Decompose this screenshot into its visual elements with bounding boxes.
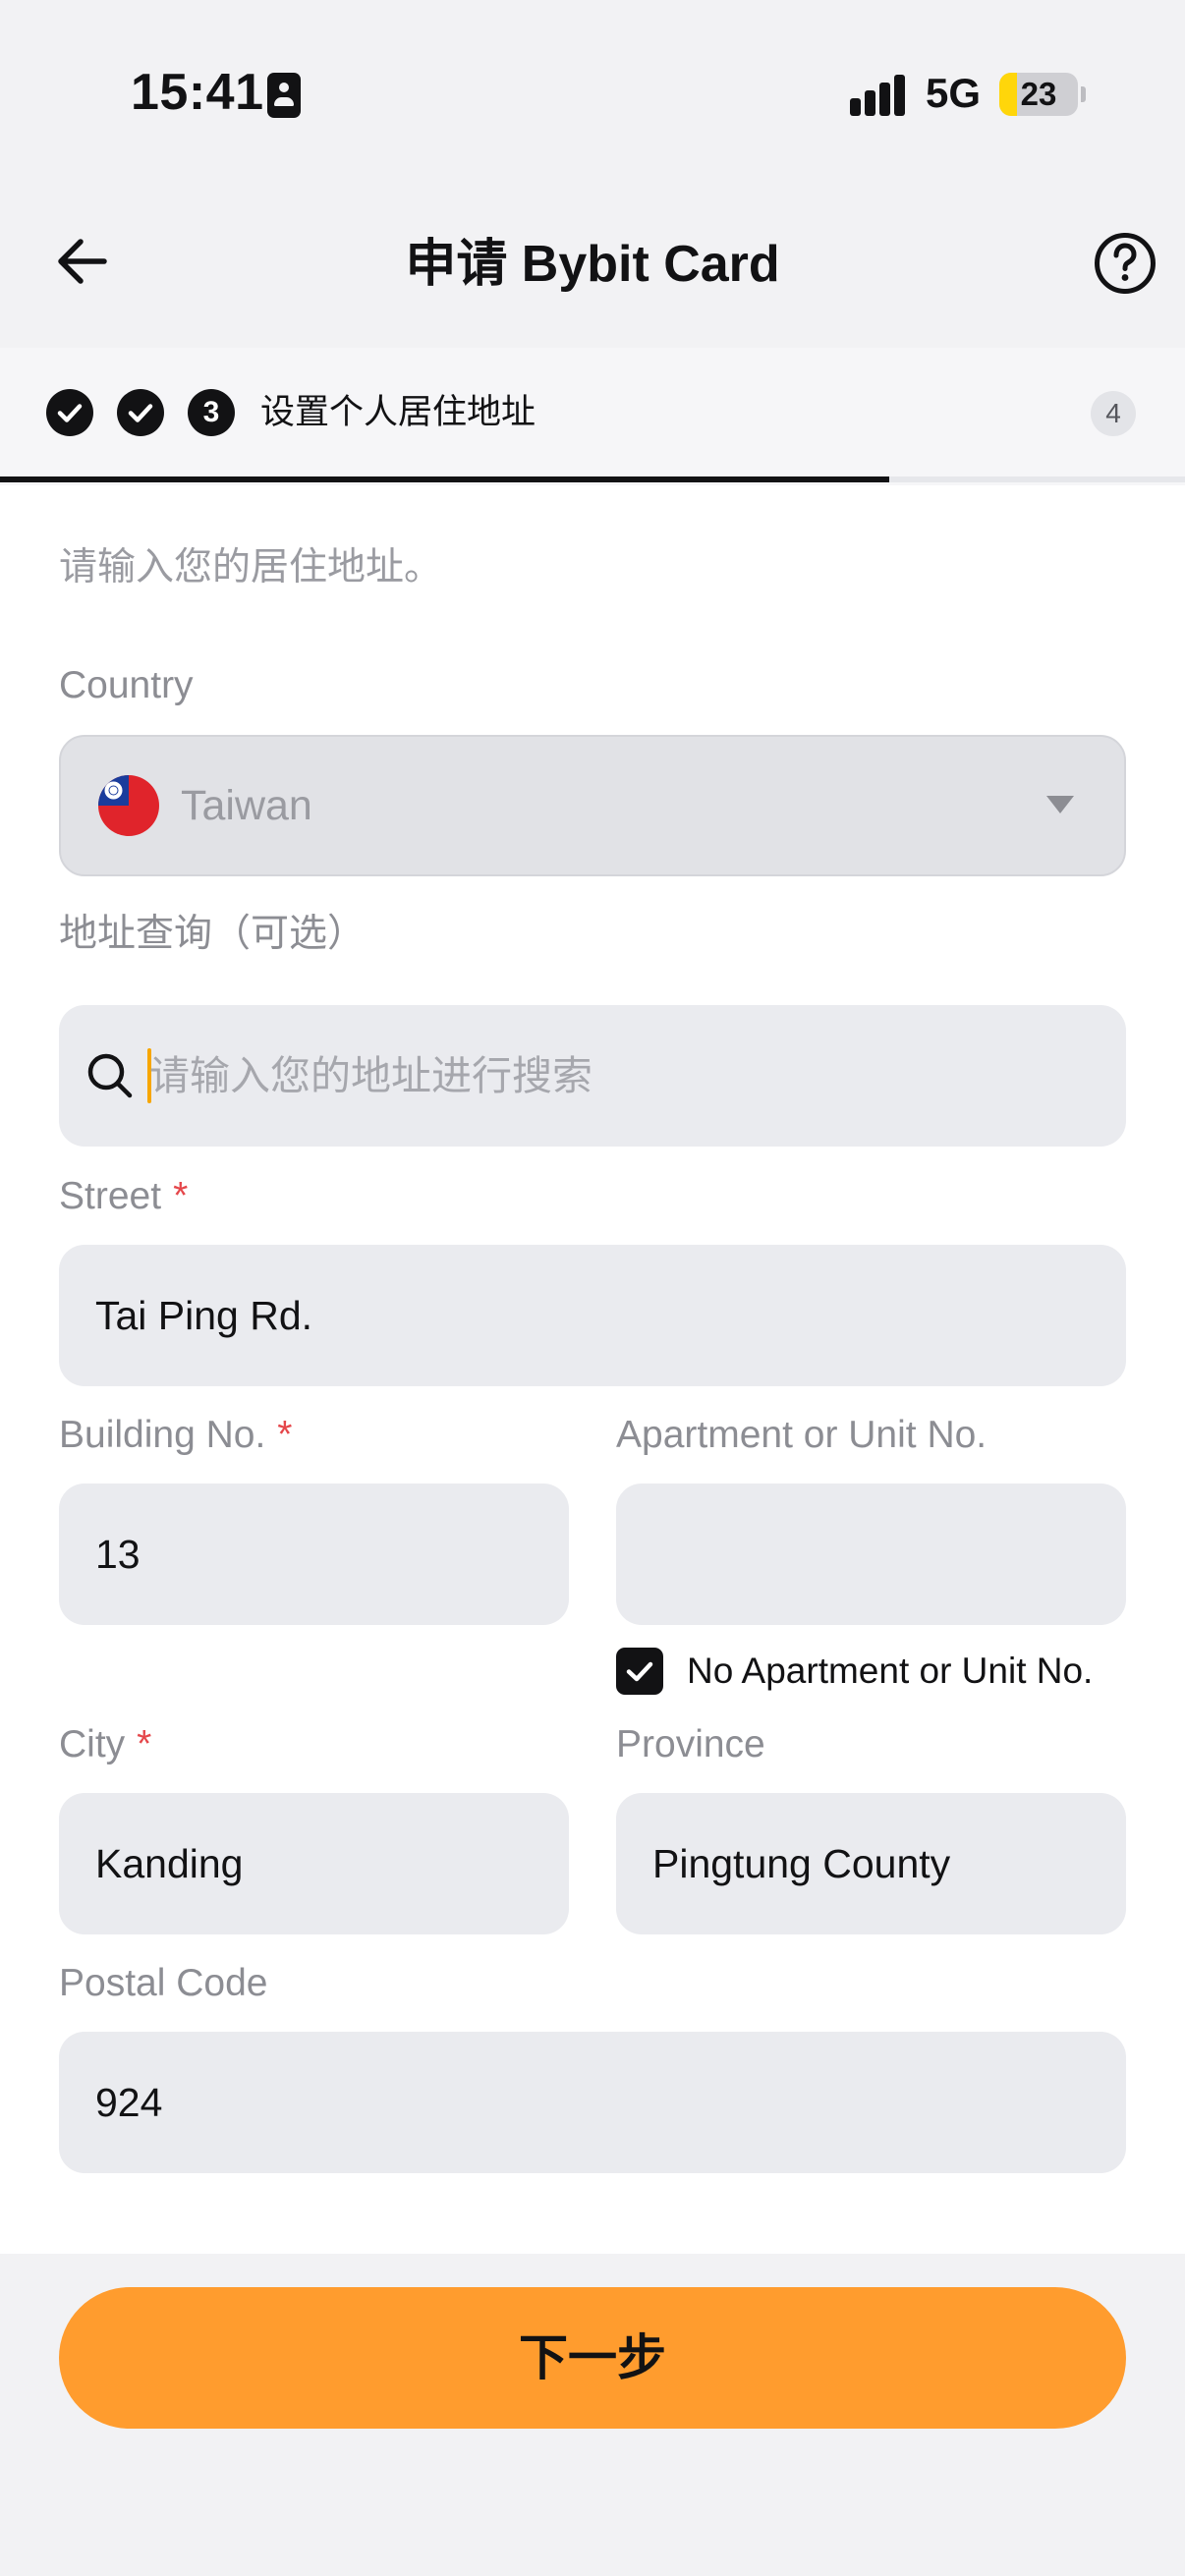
required-marker: * xyxy=(277,1414,293,1456)
battery-cap xyxy=(1081,86,1086,102)
street-label: Street * xyxy=(59,1173,188,1220)
postal-code-value: 924 xyxy=(95,2080,163,2125)
country-label: Country xyxy=(59,664,194,706)
search-icon xyxy=(87,1053,133,1098)
city-input[interactable]: Kanding xyxy=(59,1793,569,1934)
building-value: 13 xyxy=(95,1532,141,1577)
current-step-label: 设置个人居住地址 xyxy=(260,393,536,431)
building-label-text: Building No. xyxy=(59,1414,266,1456)
address-form: 请输入您的居住地址。 Country Taiwan 地址查询（可选） 请输入您的… xyxy=(0,485,1185,2254)
postal-code-label: Postal Code xyxy=(59,1962,268,2004)
caret-down-icon xyxy=(1046,796,1074,813)
back-button[interactable] xyxy=(53,232,112,291)
app-header: 申请 Bybit Card xyxy=(0,196,1185,334)
help-button[interactable] xyxy=(1094,232,1157,295)
required-marker: * xyxy=(173,1175,189,1217)
checkmark-icon xyxy=(128,404,153,422)
address-lookup-label: 地址查询（可选） xyxy=(59,913,367,955)
progress-fill xyxy=(0,476,889,482)
building-input[interactable]: 13 xyxy=(59,1484,569,1625)
contact-card-icon xyxy=(267,73,301,118)
current-step-number: 3 xyxy=(188,389,235,436)
street-label-text: Street xyxy=(59,1175,162,1217)
status-bar: 15:41 5G 23 xyxy=(0,0,1185,187)
province-label: Province xyxy=(616,1723,765,1765)
no-apartment-label[interactable]: No Apartment or Unit No. xyxy=(687,1649,1093,1694)
battery-level: 23 xyxy=(1020,76,1057,112)
step-2-complete-icon xyxy=(117,389,164,436)
form-intro: 请输入您的居住地址。 xyxy=(59,546,443,588)
network-type: 5G xyxy=(926,70,982,116)
status-time: 15:41 xyxy=(131,64,264,121)
no-apartment-checkbox[interactable] xyxy=(616,1648,663,1695)
street-input[interactable]: Tai Ping Rd. xyxy=(59,1245,1126,1386)
apartment-label: Apartment or Unit No. xyxy=(616,1414,988,1456)
total-steps-badge: 4 xyxy=(1091,391,1136,436)
postal-code-input[interactable]: 924 xyxy=(59,2032,1126,2173)
page-title: 申请 Bybit Card xyxy=(405,236,780,293)
question-circle-icon xyxy=(1095,233,1156,294)
province-input[interactable]: Pingtung County xyxy=(616,1793,1126,1934)
country-select[interactable]: Taiwan xyxy=(59,735,1126,876)
address-search-placeholder: 请输入您的地址进行搜索 xyxy=(149,1053,592,1098)
building-label: Building No. * xyxy=(59,1412,292,1459)
checkmark-icon xyxy=(57,404,83,422)
footer: 下一步 xyxy=(0,2254,1185,2576)
battery-icon: 23 xyxy=(999,73,1078,116)
checkmark-icon xyxy=(626,1661,653,1682)
step-1-complete-icon xyxy=(46,389,93,436)
city-label: City * xyxy=(59,1721,151,1768)
step-indicator: 3 设置个人居住地址 4 xyxy=(0,348,1185,485)
address-search-input[interactable]: 请输入您的地址进行搜索 xyxy=(59,1005,1126,1147)
required-marker: * xyxy=(137,1723,152,1765)
arrow-left-icon xyxy=(58,239,107,284)
province-value: Pingtung County xyxy=(652,1841,951,1886)
page: 15:41 5G 23 申请 Bybit Card 3 设置个人居住地址 4 请… xyxy=(0,0,1185,2576)
apartment-input[interactable] xyxy=(616,1484,1126,1625)
city-value: Kanding xyxy=(95,1841,244,1886)
country-value: Taiwan xyxy=(181,782,312,829)
cellular-signal-icon xyxy=(850,75,907,116)
taiwan-flag-icon xyxy=(98,775,159,836)
city-label-text: City xyxy=(59,1723,126,1765)
next-step-button[interactable]: 下一步 xyxy=(59,2287,1126,2429)
progress-track xyxy=(0,476,1185,482)
street-value: Tai Ping Rd. xyxy=(95,1293,313,1338)
